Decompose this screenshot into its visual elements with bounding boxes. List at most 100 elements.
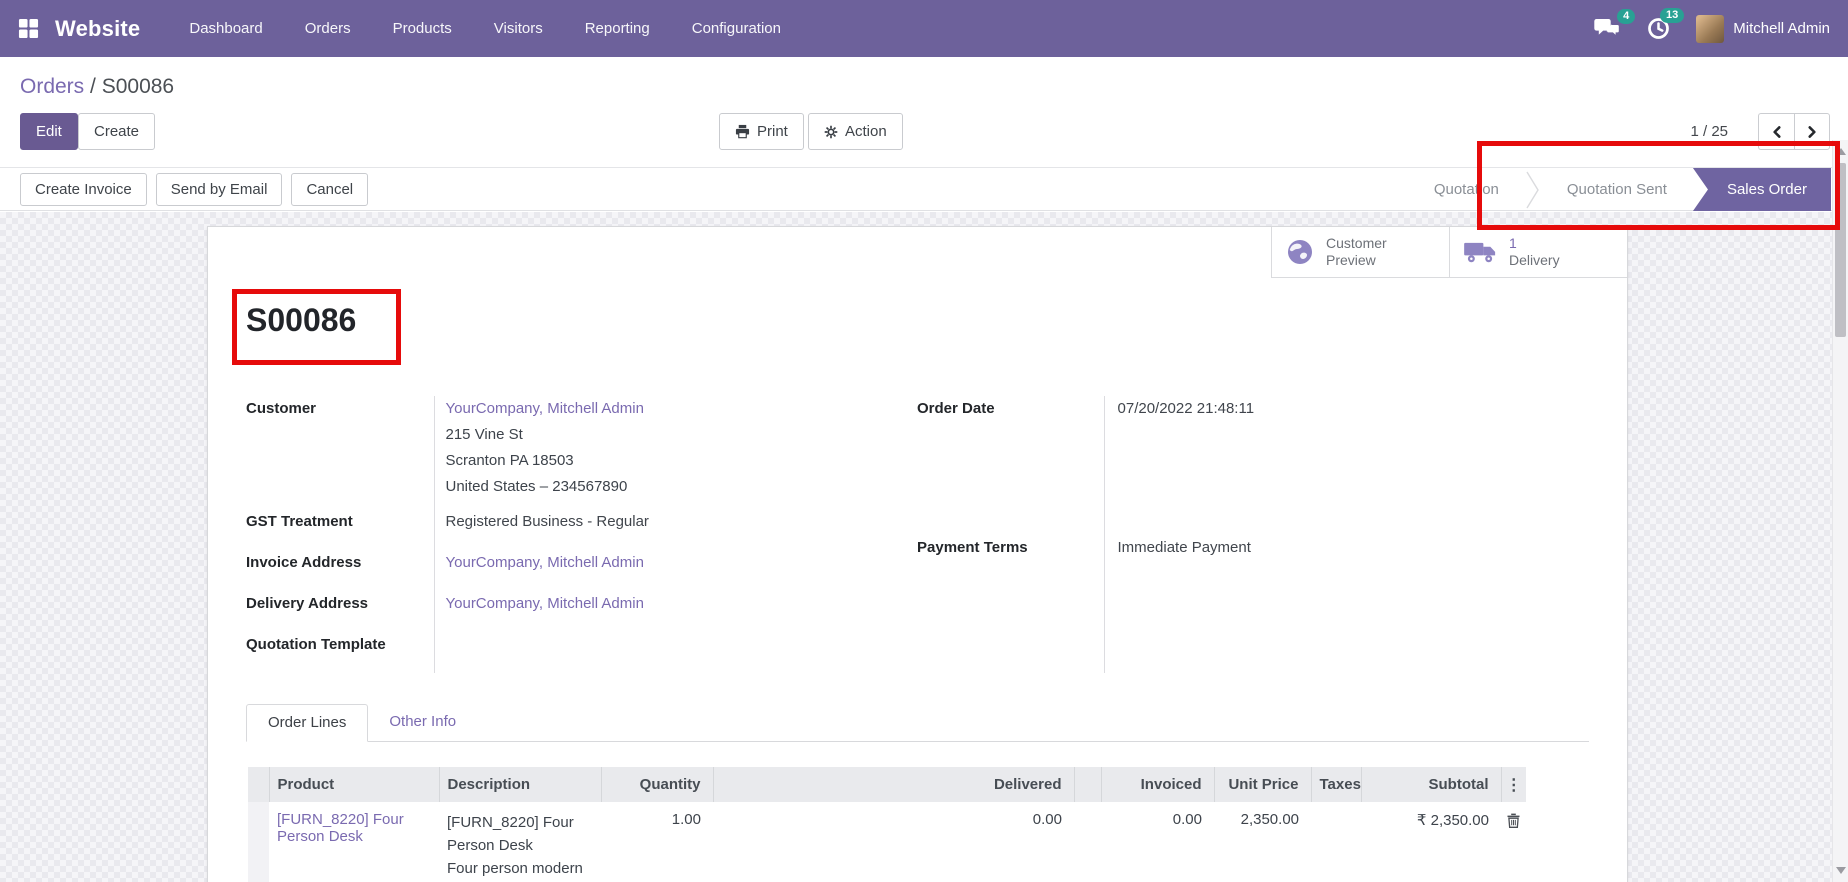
order-lines-table: Product Description Quantity Delivered I… (248, 767, 1526, 882)
action-button-label: Action (845, 123, 887, 140)
create-button[interactable]: Create (78, 113, 155, 150)
payment-terms-label: Payment Terms (917, 535, 1104, 674)
customer-address-line2: Scranton PA 18503 (446, 448, 906, 474)
apps-grid-icon (18, 18, 39, 39)
optional-columns-toggle-icon[interactable]: ⋮ (1501, 767, 1526, 802)
row-description-note: Four person modern office workstation (447, 857, 589, 882)
row-description: [FURN_8220] Four Person Desk (447, 811, 589, 857)
step-separator-icon (1525, 168, 1541, 211)
globe-icon (1286, 238, 1314, 266)
odoo-website-sales-order-screen: Website Dashboard Orders Products Visito… (0, 0, 1848, 882)
customer-value-link[interactable]: YourCompany, Mitchell Admin (446, 400, 644, 417)
tab-other-info[interactable]: Other Info (368, 704, 477, 741)
step-quotation-sent[interactable]: Quotation Sent (1541, 168, 1693, 211)
pager-previous-button[interactable] (1758, 113, 1794, 150)
row-unit-price: 2,350.00 (1214, 802, 1311, 882)
notebook-tabs: Order Lines Other Info (246, 704, 1589, 742)
col-invoiced[interactable]: Invoiced (1101, 767, 1214, 802)
invoice-address-value-link[interactable]: YourCompany, Mitchell Admin (446, 554, 644, 571)
breadcrumb-orders-link[interactable]: Orders (20, 75, 84, 98)
customer-address-line1: 215 Vine St (446, 422, 906, 448)
action-button[interactable]: Action (808, 113, 903, 150)
menu-dashboard[interactable]: Dashboard (168, 1, 283, 56)
table-header-row: Product Description Quantity Delivered I… (248, 767, 1526, 802)
row-subtotal: ₹ 2,350.00 (1361, 802, 1501, 882)
delivery-address-field-row: Delivery Address YourCompany, Mitchell A… (246, 591, 905, 632)
invoice-address-field-row: Invoice Address YourCompany, Mitchell Ad… (246, 550, 905, 591)
menu-orders[interactable]: Orders (284, 1, 372, 56)
step-sales-order-active[interactable]: Sales Order (1693, 168, 1831, 211)
menu-reporting[interactable]: Reporting (564, 1, 671, 56)
order-date-value: 07/20/2022 21:48:11 (1104, 396, 1589, 535)
apps-menu-button[interactable] (18, 18, 39, 39)
col-subtotal[interactable]: Subtotal (1361, 767, 1501, 802)
delete-row-trash-icon[interactable] (1507, 813, 1520, 828)
pager-next-button[interactable] (1794, 113, 1830, 150)
gear-icon (824, 125, 838, 139)
row-drag-handle[interactable] (248, 802, 269, 882)
pager-counter: 1 / 25 (1690, 113, 1728, 150)
top-navbar: Website Dashboard Orders Products Visito… (0, 0, 1848, 57)
printer-icon (735, 124, 750, 139)
customer-label: Customer (246, 396, 434, 509)
menu-configuration[interactable]: Configuration (671, 1, 802, 56)
tab-order-lines[interactable]: Order Lines (246, 704, 368, 742)
table-row[interactable]: [FURN_8220] Four Person Desk [FURN_8220]… (248, 802, 1526, 882)
activities-badge: 13 (1660, 8, 1684, 23)
messages-button[interactable]: 4 (1594, 18, 1621, 40)
delivery-stat-label: 1 Delivery (1509, 235, 1560, 269)
col-delivered[interactable]: Delivered (713, 767, 1074, 802)
step-quotation[interactable]: Quotation (1408, 168, 1525, 211)
menu-products[interactable]: Products (372, 1, 473, 56)
handle-column-header (248, 767, 269, 802)
create-invoice-button[interactable]: Create Invoice (20, 173, 147, 206)
scrollbar-thumb[interactable] (1835, 163, 1846, 337)
activities-button[interactable]: 13 (1647, 17, 1670, 40)
breadcrumb-current: S00086 (102, 75, 174, 98)
row-product-link[interactable]: [FURN_8220] Four Person Desk (277, 811, 404, 845)
edit-button[interactable]: Edit (20, 113, 78, 150)
statusbar-actions: Create Invoice Send by Email Cancel (20, 173, 368, 206)
send-by-email-button[interactable]: Send by Email (156, 173, 283, 206)
menu-visitors[interactable]: Visitors (473, 1, 564, 56)
col-description[interactable]: Description (439, 767, 601, 802)
user-name: Mitchell Admin (1733, 20, 1830, 37)
scrollbar-down-arrow-icon[interactable] (1836, 867, 1846, 874)
form-statusbar: Create Invoice Send by Email Cancel Quot… (0, 167, 1848, 211)
col-unit-price[interactable]: Unit Price (1214, 767, 1311, 802)
col-product[interactable]: Product (269, 767, 439, 802)
app-brand-title[interactable]: Website (55, 16, 140, 42)
breadcrumb-separator: / (90, 75, 102, 98)
row-quantity: 1.00 (601, 802, 713, 882)
user-menu[interactable]: Mitchell Admin (1696, 15, 1830, 43)
print-button[interactable]: Print (719, 113, 804, 150)
col-quantity[interactable]: Quantity (601, 767, 713, 802)
delivery-stat-button[interactable]: 1 Delivery (1449, 227, 1627, 278)
delivery-address-value-link[interactable]: YourCompany, Mitchell Admin (446, 595, 644, 612)
quotation-template-value[interactable] (434, 632, 905, 673)
scrollbar-up-arrow-icon[interactable] (1836, 148, 1846, 155)
form-view-background: Customer Preview 1 Delivery S00086 (0, 212, 1848, 882)
chevron-right-icon (1807, 125, 1818, 139)
row-empty-cell (1074, 802, 1101, 882)
right-field-group: Order Date 07/20/2022 21:48:11 Payment T… (917, 396, 1589, 673)
pager-buttons (1758, 113, 1830, 150)
order-date-field-row: Order Date 07/20/2022 21:48:11 (917, 396, 1589, 535)
gst-treatment-field-row: GST Treatment Registered Business - Regu… (246, 509, 905, 550)
gst-treatment-value: Registered Business - Regular (434, 509, 905, 550)
field-groups: Customer YourCompany, Mitchell Admin 215… (246, 396, 1589, 673)
order-date-label: Order Date (917, 396, 1104, 535)
avatar (1696, 15, 1724, 43)
breadcrumb: Orders / S00086 (20, 75, 174, 99)
stat-buttons: Customer Preview 1 Delivery (1271, 227, 1627, 278)
customer-field-row: Customer YourCompany, Mitchell Admin 215… (246, 396, 905, 509)
messages-badge: 4 (1617, 9, 1635, 24)
vertical-scrollbar[interactable] (1832, 140, 1848, 882)
col-taxes[interactable]: Taxes (1311, 767, 1361, 802)
cancel-button[interactable]: Cancel (291, 173, 368, 206)
customer-preview-button[interactable]: Customer Preview (1271, 227, 1449, 278)
navbar-systray: 4 13 Mitchell Admin (1594, 15, 1830, 43)
control-panel-buttons: Edit Create Print Action 1 / 25 (0, 113, 1848, 150)
order-reference-title: S00086 (246, 301, 1627, 339)
quotation-template-field-row: Quotation Template (246, 632, 905, 673)
